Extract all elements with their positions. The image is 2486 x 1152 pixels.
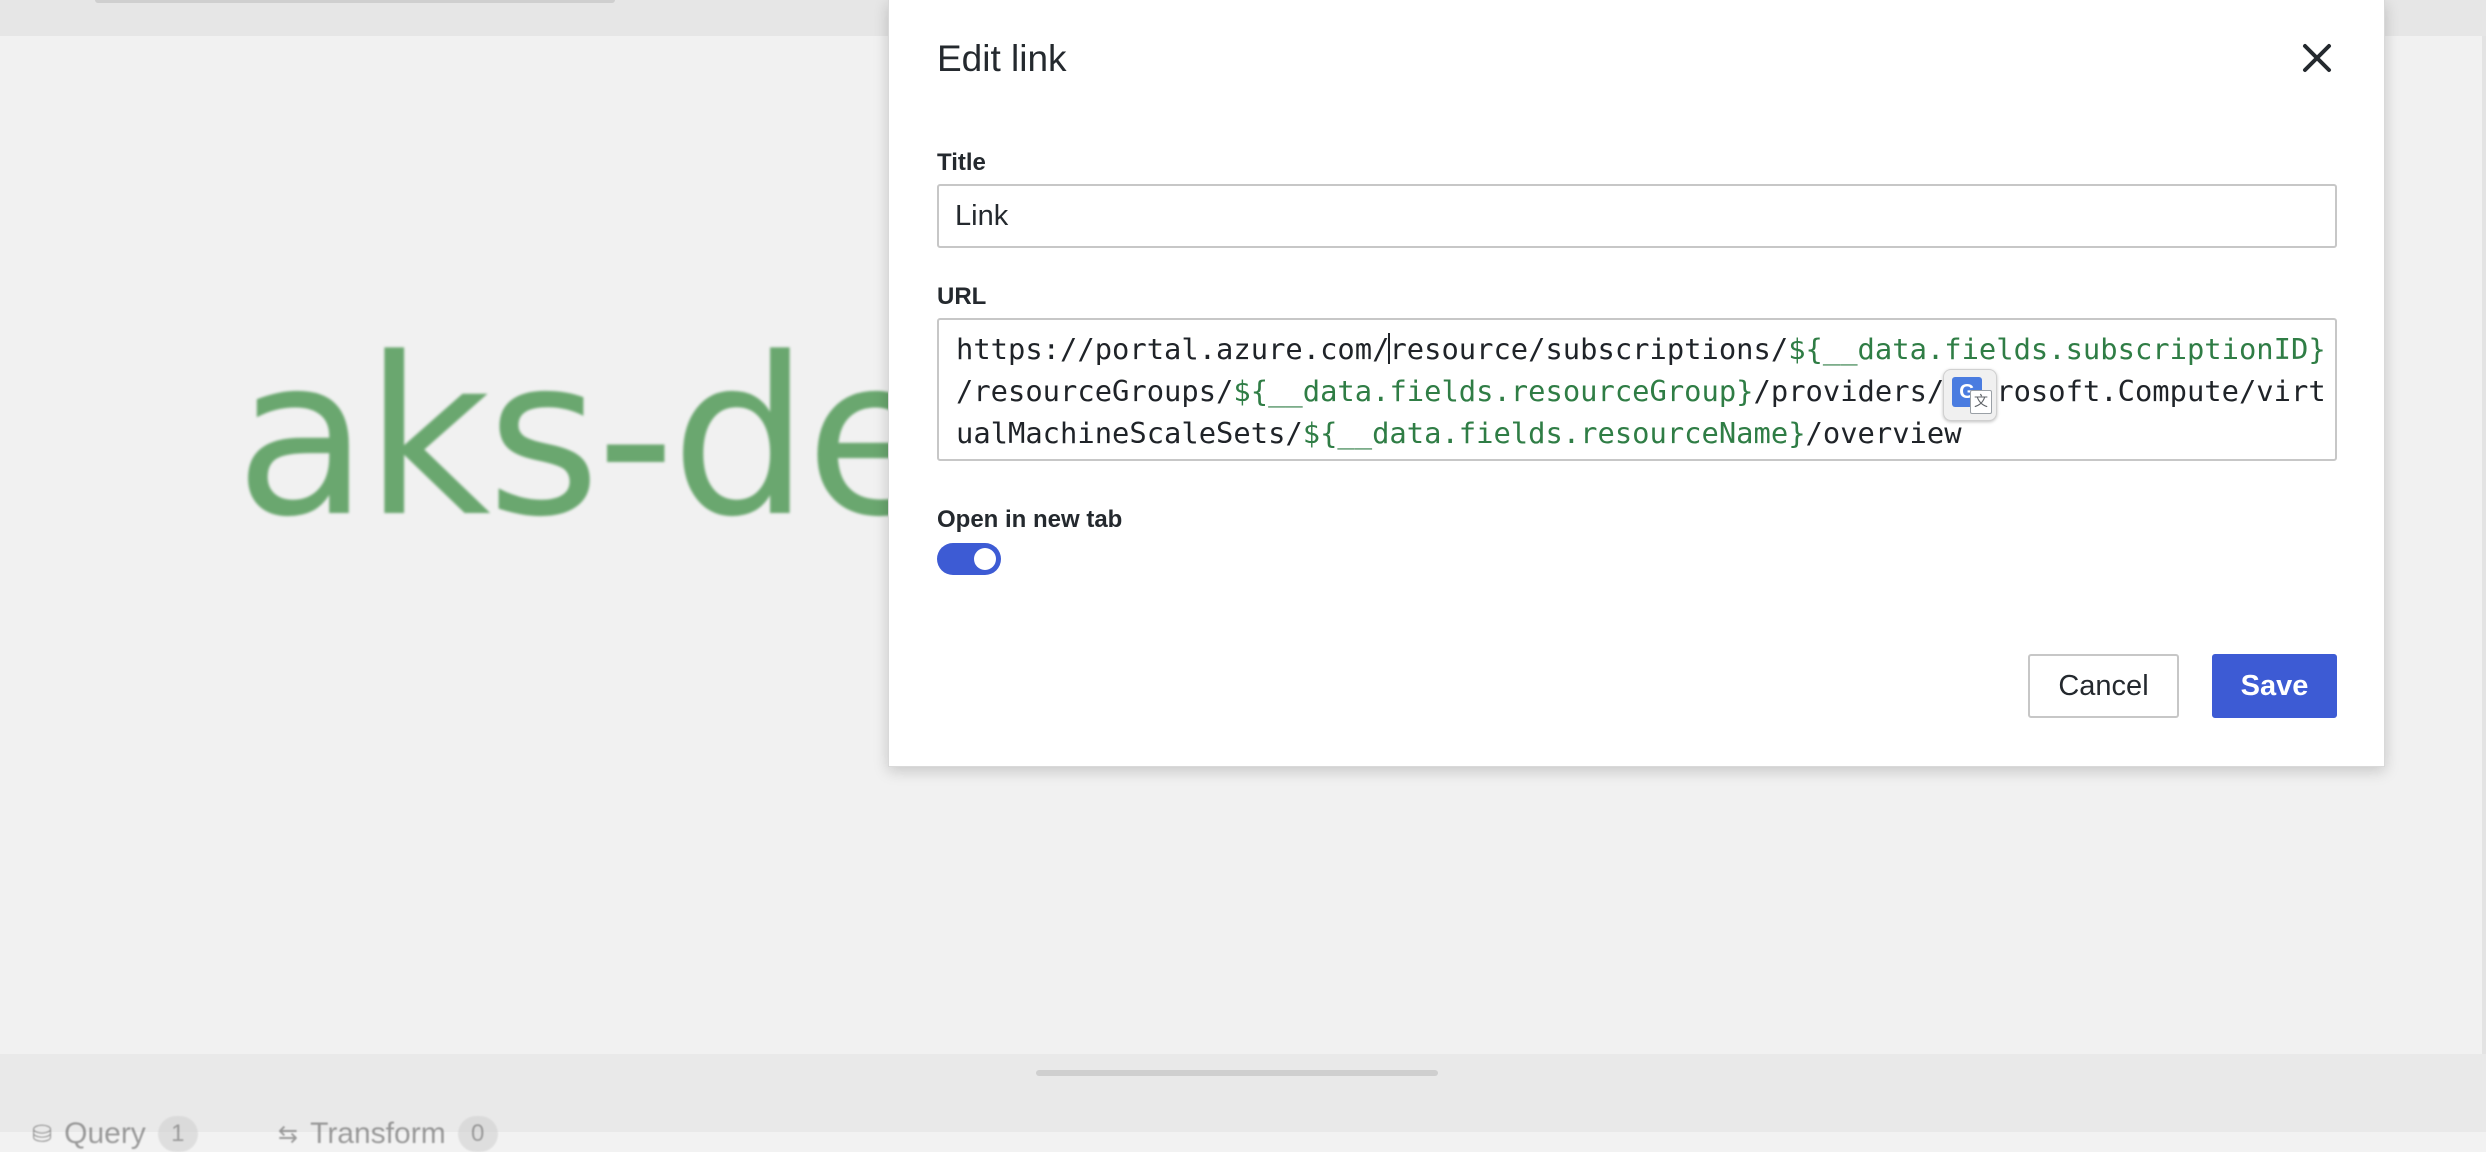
- close-button[interactable]: [2294, 35, 2340, 81]
- tab-transform-count: 0: [457, 1116, 498, 1152]
- save-button[interactable]: Save: [2212, 654, 2337, 718]
- panel-resize-splitter[interactable]: [1036, 1070, 1438, 1076]
- tab-query-label: Query: [64, 1117, 146, 1150]
- tab-query[interactable]: ⛁ Query 1: [32, 1116, 198, 1152]
- tab-transform[interactable]: ⇆ Transform 0: [278, 1116, 498, 1152]
- open-in-new-tab-toggle[interactable]: [937, 543, 1001, 575]
- url-line: /resourceGroups/${__data.fields.resource…: [956, 374, 2326, 408]
- url-line: https://portal.azure.com/resource/subscr…: [956, 332, 2326, 366]
- panel-preview-edge: [2482, 36, 2486, 1054]
- url-template-variable: ${__data.fields.subscriptionID}: [1788, 332, 2326, 366]
- dialog-title: Edit link: [937, 38, 1067, 79]
- cancel-button[interactable]: Cancel: [2028, 654, 2179, 718]
- url-field-label: URL: [937, 283, 987, 310]
- open-in-new-tab-label: Open in new tab: [937, 506, 1123, 533]
- database-icon: ⛁: [32, 1120, 53, 1148]
- google-translate-button[interactable]: G 文: [1943, 369, 1997, 421]
- toolbar-input-edge: [95, 0, 615, 3]
- tab-transform-label: Transform: [310, 1117, 446, 1150]
- url-template-variable: ${__data.fields.resourceName}: [1302, 416, 1806, 450]
- close-icon: [2303, 44, 2331, 72]
- edit-link-dialog: Edit link Title URL https://portal.azure…: [888, 0, 2385, 767]
- title-input[interactable]: [937, 184, 2337, 248]
- transform-icon: ⇆: [278, 1120, 299, 1148]
- stat-panel-value: aks-def: [235, 330, 895, 565]
- translate-doc-icon: 文: [1970, 390, 1992, 414]
- title-field-label: Title: [937, 149, 986, 176]
- url-line: ualMachineScaleSets/${__data.fields.reso…: [956, 416, 1962, 450]
- url-input[interactable]: https://portal.azure.com/resource/subscr…: [937, 318, 2337, 461]
- tab-query-count: 1: [157, 1116, 198, 1152]
- toggle-knob: [974, 548, 996, 570]
- url-template-variable: ${__data.fields.resourceGroup}: [1233, 374, 1754, 408]
